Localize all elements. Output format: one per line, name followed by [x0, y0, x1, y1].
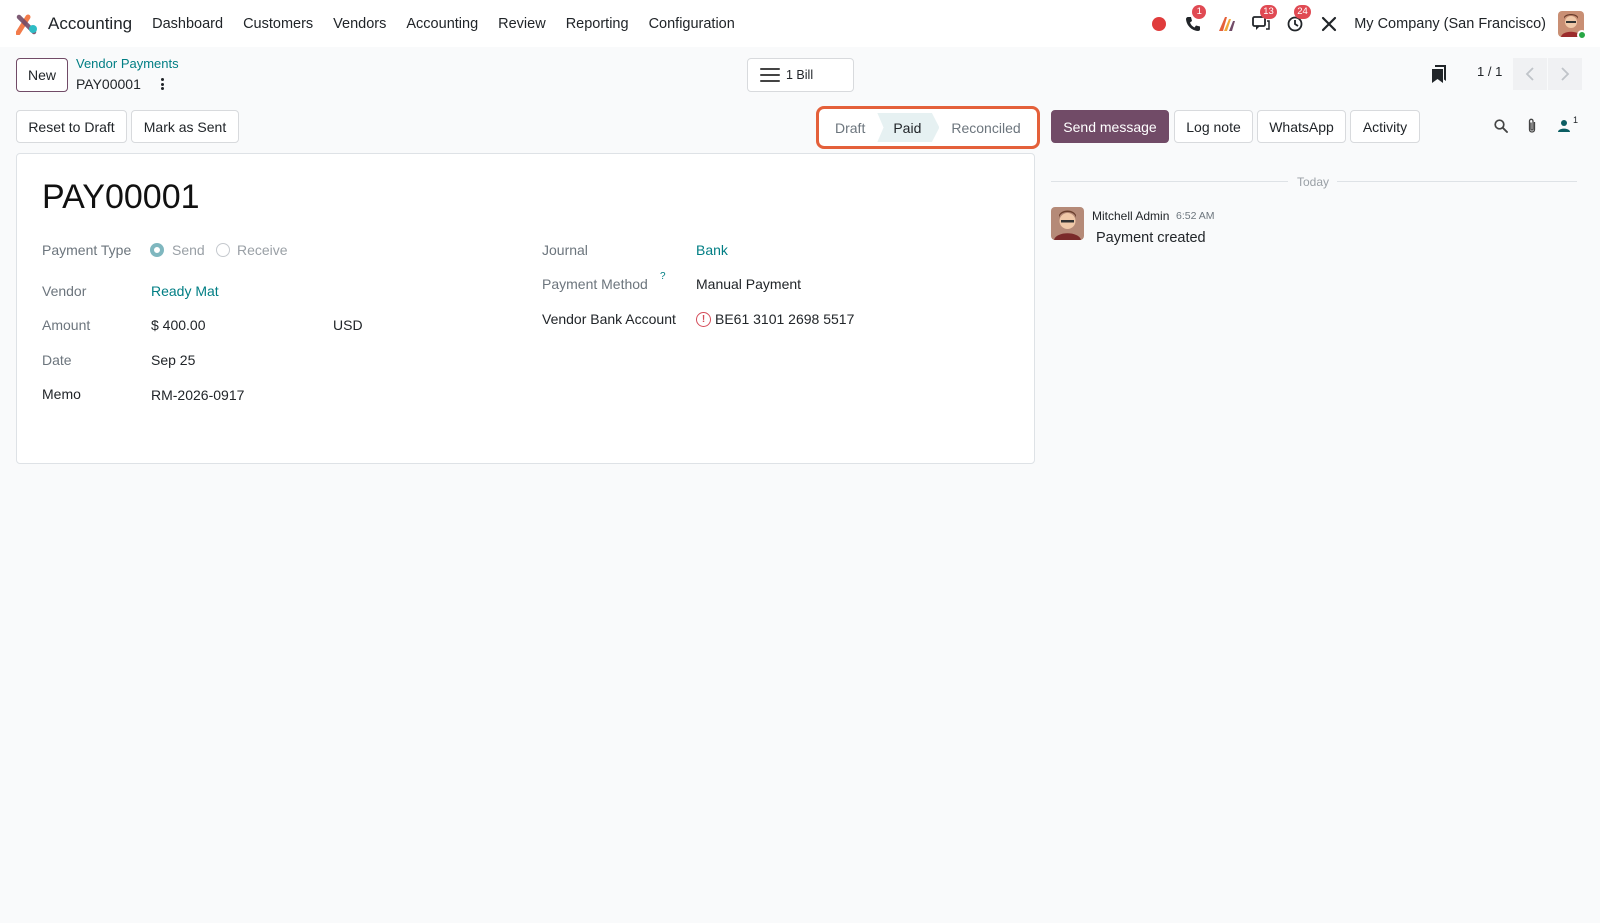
breadcrumb-current-record: PAY00001 [76, 76, 141, 92]
pager-next-button[interactable] [1548, 58, 1582, 90]
amount-label: Amount [42, 317, 91, 333]
message-author-avatar[interactable] [1051, 207, 1084, 240]
message-author[interactable]: Mitchell Admin [1092, 209, 1169, 223]
stage-paid[interactable]: Paid [877, 113, 940, 142]
amount-field[interactable]: $ 400.00 [151, 317, 206, 333]
messages-badge: 13 [1260, 4, 1277, 19]
date-divider-label: Today [1297, 175, 1330, 189]
payment-type-label: Payment Type [42, 242, 132, 258]
log-note-button[interactable]: Log note [1174, 110, 1253, 143]
systray: 1 13 24 My Company (San Francisco) [1136, 0, 1587, 47]
bills-smart-button-label: 1 Bill [786, 68, 814, 82]
phone-icon[interactable]: 1 [1182, 4, 1207, 35]
payment-type-send-radio[interactable] [150, 243, 164, 257]
payment-method-field[interactable]: Manual Payment [696, 276, 801, 292]
menu-configuration[interactable]: Configuration [649, 16, 735, 32]
chevron-right-icon [1561, 67, 1570, 81]
menu-dashboard[interactable]: Dashboard [152, 16, 223, 32]
status-bar: Draft Paid Reconciled [823, 113, 1033, 142]
mark-as-sent-button[interactable]: Mark as Sent [131, 110, 239, 143]
date-label: Date [42, 352, 72, 368]
warning-icon: ! [696, 312, 711, 327]
bills-smart-button[interactable]: 1 Bill [747, 58, 854, 92]
journal-field[interactable]: Bank [696, 242, 728, 258]
send-message-button[interactable]: Send message [1051, 110, 1169, 143]
menu-reporting[interactable]: Reporting [566, 16, 629, 32]
date-divider-left [1051, 181, 1288, 182]
payment-method-label: Payment Method [542, 276, 648, 292]
pager-value[interactable]: 1 / 1 [1477, 64, 1502, 79]
phone-badge: 1 [1192, 4, 1207, 19]
paperclip-icon[interactable] [1523, 117, 1541, 135]
payment-type-receive-label[interactable]: Receive [237, 242, 288, 258]
chat-icon[interactable]: 13 [1250, 4, 1277, 35]
followers-icon[interactable] [1555, 117, 1573, 135]
menu-review[interactable]: Review [498, 16, 546, 32]
user-avatar[interactable] [1558, 10, 1587, 40]
memo-label: Memo [42, 386, 81, 402]
menu-customers[interactable]: Customers [243, 16, 313, 32]
vendor-field[interactable]: Ready Mat [151, 283, 219, 299]
tools-icon[interactable] [1318, 13, 1340, 35]
clock-icon[interactable]: 24 [1284, 4, 1311, 35]
search-icon[interactable] [1492, 117, 1510, 135]
activities-badge: 24 [1294, 4, 1311, 19]
stage-reconciled[interactable]: Reconciled [939, 113, 1032, 142]
chevron-left-icon [1525, 67, 1534, 81]
vendor-bank-account-label: Vendor Bank Account [542, 311, 676, 327]
currency-field[interactable]: USD [333, 317, 363, 333]
status-bar-highlight: Draft Paid Reconciled [816, 106, 1040, 149]
vendor-label: Vendor [42, 283, 87, 299]
message-body: Payment created [1096, 230, 1206, 246]
online-status-dot [1577, 29, 1587, 40]
payment-method-help-icon[interactable]: ? [660, 271, 666, 282]
whatsapp-button[interactable]: WhatsApp [1257, 110, 1346, 143]
menu-vendors[interactable]: Vendors [333, 16, 386, 32]
vendor-bank-account-field[interactable]: BE61 3101 2698 5517 [715, 311, 854, 327]
menu-accounting[interactable]: Accounting [406, 16, 478, 32]
date-divider-right [1337, 181, 1577, 182]
new-button[interactable]: New [16, 58, 68, 92]
record-icon[interactable] [1148, 13, 1170, 35]
activity-button[interactable]: Activity [1350, 110, 1420, 143]
stage-draft[interactable]: Draft [823, 113, 877, 142]
record-actions-menu-icon[interactable] [157, 76, 167, 92]
company-switcher[interactable]: My Company (San Francisco) [1354, 16, 1546, 32]
bookmark-icon[interactable] [1431, 64, 1447, 84]
message-time: 6:52 AM [1176, 210, 1215, 222]
main-menu: Dashboard Customers Vendors Accounting R… [152, 16, 755, 32]
form-sheet: PAY00001 Payment Type Send Receive Vendo… [16, 153, 1035, 464]
payment-title: PAY00001 [42, 178, 200, 216]
list-icon [760, 68, 780, 82]
app-logo-icon[interactable] [15, 13, 38, 35]
app-title[interactable]: Accounting [48, 14, 132, 34]
reset-to-draft-button[interactable]: Reset to Draft [16, 110, 127, 143]
date-field[interactable]: Sep 25 [151, 352, 195, 368]
payment-type-receive-radio[interactable] [216, 243, 230, 257]
ai-icon[interactable] [1216, 13, 1238, 35]
pager-previous-button[interactable] [1513, 58, 1547, 90]
journal-label: Journal [542, 242, 588, 258]
memo-field[interactable]: RM-2026-0917 [151, 387, 244, 403]
followers-count: 1 [1573, 115, 1579, 125]
payment-type-send-label[interactable]: Send [172, 242, 205, 258]
top-navbar: Accounting Dashboard Customers Vendors A… [0, 0, 1600, 47]
breadcrumb-vendor-payments[interactable]: Vendor Payments [76, 56, 179, 71]
